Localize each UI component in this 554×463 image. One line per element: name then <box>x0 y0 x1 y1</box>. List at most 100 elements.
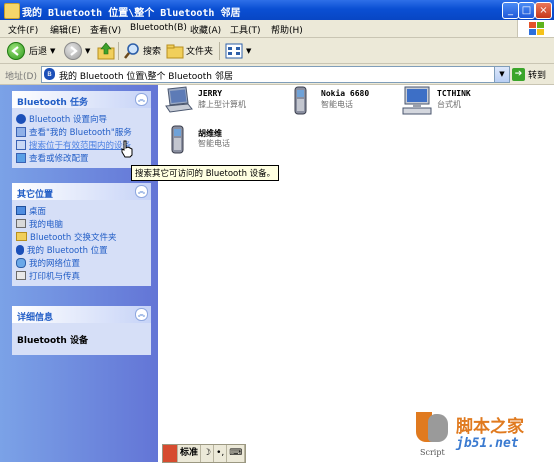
device-item[interactable]: JERRY 膝上型计算机 <box>162 85 272 121</box>
chevron-down-icon: ▼ <box>50 46 56 55</box>
search-devices-icon <box>16 139 26 150</box>
details-header[interactable]: 详细信息 ︽ <box>12 306 151 323</box>
place-bluetooth-exchange-folder[interactable]: Bluetooth 交换文件夹 <box>16 230 151 243</box>
back-arrow-icon <box>7 41 25 60</box>
collapse-icon[interactable]: ︽ <box>135 93 148 106</box>
place-label: 我的 Bluetooth 位置 <box>27 245 108 256</box>
punctuation-toggle-icon[interactable]: •, <box>214 445 228 462</box>
back-label: 后退 <box>29 47 48 57</box>
close-button[interactable]: × <box>535 2 552 19</box>
services-icon <box>16 126 26 137</box>
laptop-icon <box>165 86 193 113</box>
address-bar: 地址(D) ʙ 我的 Bluetooth 位置\整个 Bluetooth 邻居 … <box>0 64 554 85</box>
forward-button[interactable]: ▼ <box>64 41 90 60</box>
device-item[interactable]: Nokia 6680 智能电话 <box>285 85 395 121</box>
device-name: TCTHINK <box>437 89 471 98</box>
explorer-window: 我的 Bluetooth 位置\整个 Bluetooth 邻居 _ □ × 文件… <box>0 0 554 463</box>
other-places-title: 其它位置 <box>17 190 54 200</box>
go-label: 转到 <box>528 70 547 81</box>
details-text: Bluetooth 设备 <box>17 336 88 346</box>
task-label: 查看"我的 Bluetooth"服务 <box>29 127 132 138</box>
fullwidth-toggle-icon[interactable]: ☽ <box>201 445 215 462</box>
go-arrow-icon: ➔ <box>512 67 525 81</box>
device-item[interactable]: TCTHINK 台式机 <box>401 85 511 121</box>
network-icon <box>16 257 26 268</box>
address-input[interactable]: ʙ 我的 Bluetooth 位置\整个 Bluetooth 邻居 <box>41 66 495 83</box>
title-bar[interactable]: 我的 Bluetooth 位置\整个 Bluetooth 邻居 _ □ × <box>0 0 554 20</box>
wizard-icon <box>16 113 26 124</box>
folders-label: 文件夹 <box>186 47 214 57</box>
search-icon <box>124 42 139 59</box>
place-printers-fax[interactable]: 打印机与传真 <box>16 269 151 282</box>
phone-icon <box>294 86 307 115</box>
desktop-icon <box>402 86 432 115</box>
folders-button[interactable]: 文件夹 <box>166 41 213 60</box>
menu-edit[interactable]: 编辑(E) <box>50 23 81 36</box>
windows-logo-icon <box>517 20 554 37</box>
config-icon <box>16 152 26 163</box>
menu-help[interactable]: 帮助(H) <box>271 23 303 36</box>
ime-mode[interactable]: 标准 <box>178 445 202 462</box>
maximize-button[interactable]: □ <box>518 2 535 19</box>
place-my-network[interactable]: 我的网络位置 <box>16 256 151 269</box>
task-pane: Bluetooth 任务 ︽ Bluetooth 设置向导 查看"我的 Blue… <box>0 85 158 462</box>
up-folder-button[interactable] <box>97 41 115 60</box>
details-panel: 详细信息 ︽ Bluetooth 设备 <box>12 306 151 355</box>
go-button[interactable]: ➔ 转到 <box>512 66 546 82</box>
address-value: 我的 Bluetooth 位置\整个 Bluetooth 邻居 <box>59 72 233 82</box>
bluetooth-icon: ʙ <box>44 68 55 80</box>
place-label: 桌面 <box>29 206 47 217</box>
task-bluetooth-setup-wizard[interactable]: Bluetooth 设置向导 <box>16 112 151 125</box>
device-name: Nokia 6680 <box>321 89 370 98</box>
tooltip: 搜索其它可访问的 Bluetooth 设备。 <box>131 165 280 181</box>
place-label: 打印机与传真 <box>29 271 81 282</box>
address-dropdown-button[interactable]: ▼ <box>494 66 510 83</box>
watermark-script: Script <box>420 448 445 457</box>
desktop-icon <box>16 206 26 215</box>
window-title: 我的 Bluetooth 位置\整个 Bluetooth 邻居 <box>22 8 241 19</box>
search-button[interactable]: 搜索 <box>123 41 161 60</box>
soft-keyboard-icon[interactable]: ⌨ <box>227 445 246 462</box>
menu-favorites[interactable]: 收藏(A) <box>190 23 221 36</box>
search-label: 搜索 <box>143 47 162 57</box>
device-item[interactable]: 胡维维 智能电话 <box>162 124 272 160</box>
place-my-bluetooth[interactable]: 我的 Bluetooth 位置 <box>16 243 151 256</box>
menu-tools[interactable]: 工具(T) <box>230 23 261 36</box>
phone-icon <box>171 125 184 154</box>
task-label: 搜索位于有效范围内的设备 <box>29 140 132 151</box>
views-button[interactable]: ▼ <box>225 41 251 60</box>
other-places-panel: 其它位置 ︽ 桌面 我的电脑 Bluetooth 交换文件夹 我的 Blueto… <box>12 183 151 286</box>
menu-file[interactable]: 文件(F) <box>8 23 38 36</box>
device-type: 智能电话 <box>321 100 353 109</box>
other-places-header[interactable]: 其它位置 ︽ <box>12 183 151 200</box>
task-view-my-bluetooth-services[interactable]: 查看"我的 Bluetooth"服务 <box>16 125 151 138</box>
watermark-url: jb51.net <box>456 436 519 451</box>
up-folder-icon <box>97 42 115 59</box>
bluetooth-tasks-header[interactable]: Bluetooth 任务 ︽ <box>12 91 151 108</box>
place-label: 我的网络位置 <box>29 258 81 269</box>
menu-bluetooth[interactable]: Bluetooth(B) <box>130 23 187 33</box>
details-title: 详细信息 <box>17 313 54 323</box>
ime-bar[interactable]: 标准 ☽ •, ⌨ <box>162 444 247 463</box>
device-list: JERRY 膝上型计算机 Nokia 6680 智能电话 TCTHINK 台式机 <box>158 85 554 462</box>
ime-logo-icon <box>163 445 178 462</box>
device-type: 智能电话 <box>198 139 230 148</box>
collapse-icon[interactable]: ︽ <box>135 308 148 321</box>
watermark: Script 脚本之家 jb51.net <box>412 408 554 462</box>
task-label: Bluetooth 设置向导 <box>29 114 107 125</box>
place-my-computer[interactable]: 我的电脑 <box>16 217 151 230</box>
watermark-cn: 脚本之家 <box>456 417 524 437</box>
bluetooth-tasks-title: Bluetooth 任务 <box>17 98 88 108</box>
forward-arrow-icon <box>64 41 82 60</box>
menu-view[interactable]: 查看(V) <box>90 23 121 36</box>
collapse-icon[interactable]: ︽ <box>135 185 148 198</box>
toolbar: 后退 ▼ ▼ 搜索 文件夹 ▼ <box>0 38 554 64</box>
device-type: 膝上型计算机 <box>198 100 246 109</box>
place-label: Bluetooth 交换文件夹 <box>30 232 117 243</box>
place-label: 我的电脑 <box>29 219 64 230</box>
address-label: 地址(D) <box>5 72 37 82</box>
minimize-button[interactable]: _ <box>502 2 519 19</box>
back-button[interactable]: 后退 ▼ <box>7 41 55 60</box>
task-label: 查看或修改配置 <box>29 153 89 164</box>
place-desktop[interactable]: 桌面 <box>16 204 151 217</box>
